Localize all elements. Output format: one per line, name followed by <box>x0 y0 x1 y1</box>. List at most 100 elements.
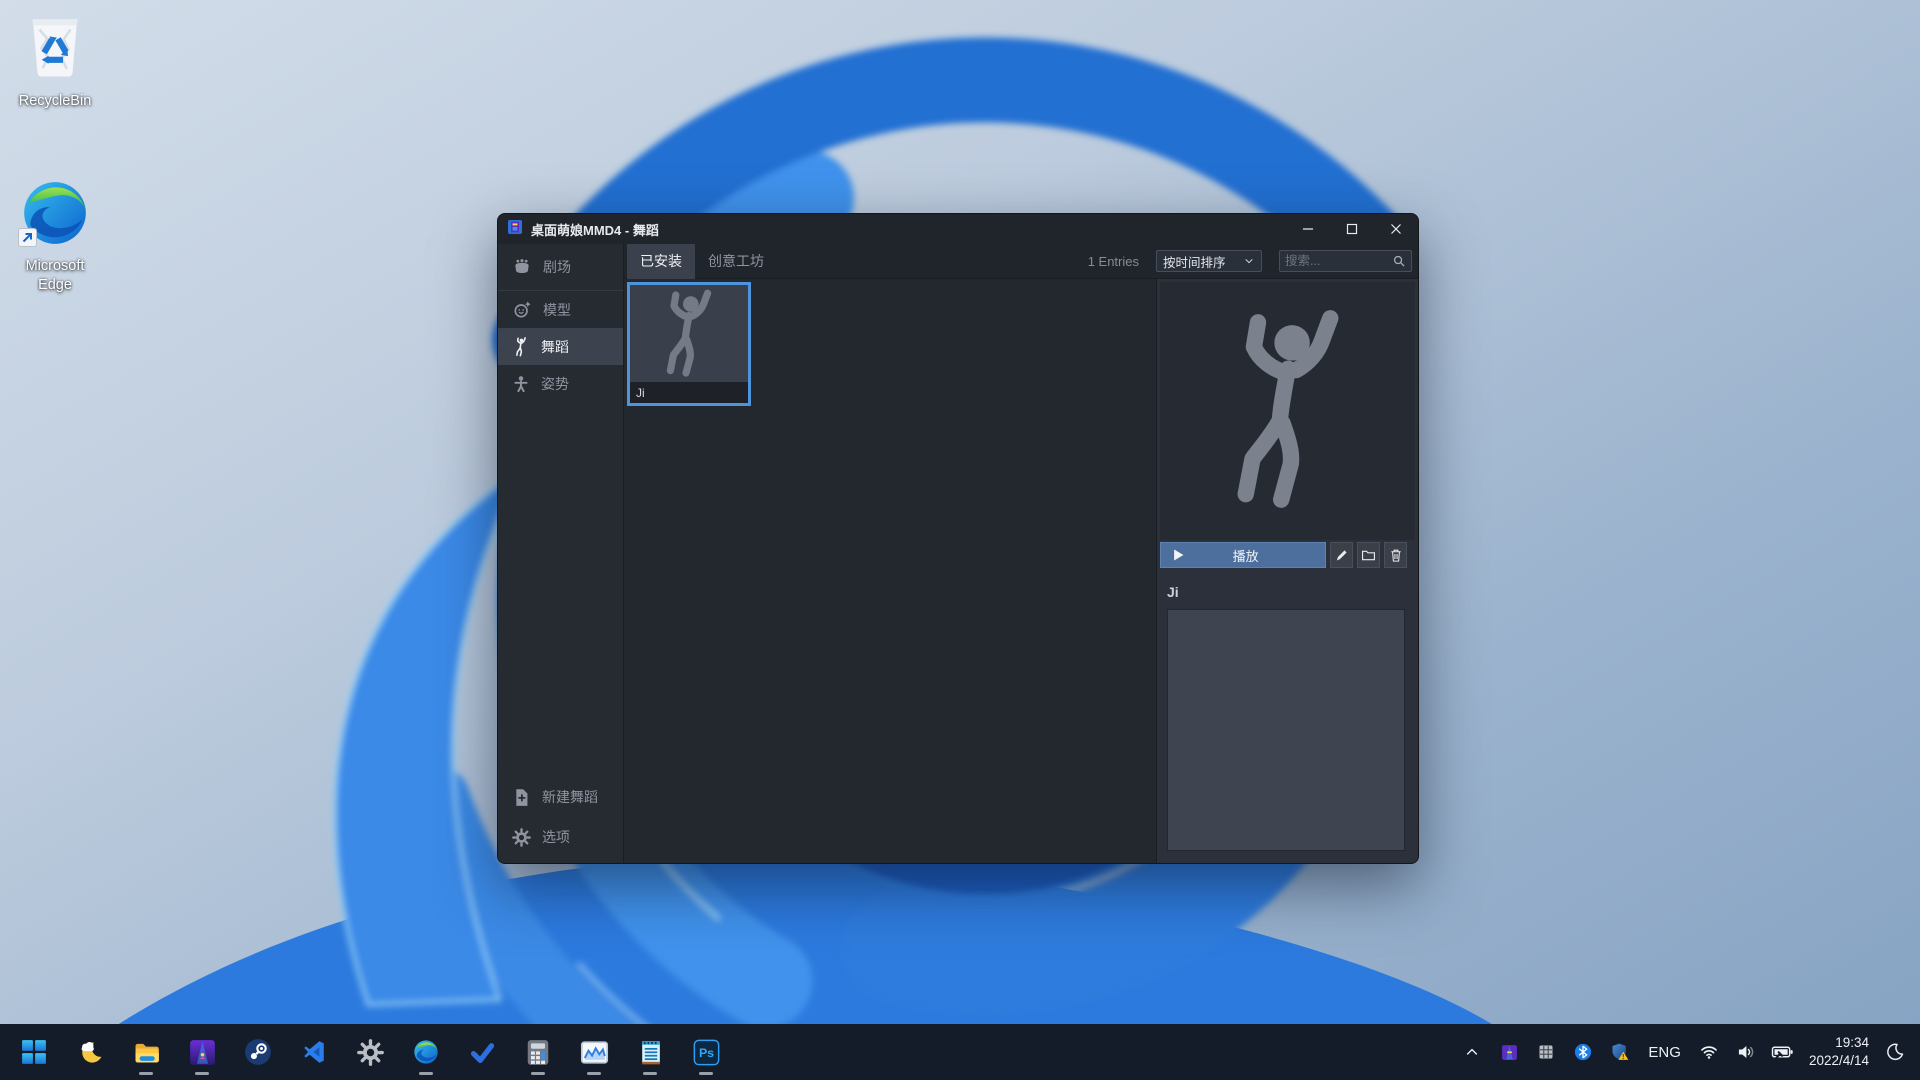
mmd-app-window: 桌面萌娘MMD4 - 舞蹈 剧场 模型 舞蹈 姿势 新建舞蹈 选项 已安装 创意… <box>497 213 1419 864</box>
system-tray: ENG 19:34 2022/4/14 <box>1457 1032 1920 1072</box>
widgets-weather-moon-icon <box>81 1041 102 1063</box>
delete-button[interactable] <box>1384 542 1407 568</box>
grid-item-ji[interactable]: Ji <box>627 282 751 406</box>
taskbar-todo[interactable] <box>462 1028 502 1076</box>
taskbar-edge[interactable] <box>406 1028 446 1076</box>
recycle-bin-icon <box>18 8 92 87</box>
taskbar-vscode[interactable] <box>294 1028 334 1076</box>
mmd-app-icon <box>189 1039 215 1065</box>
tray-volume[interactable] <box>1731 1032 1761 1072</box>
sidebar-item-label: 新建舞蹈 <box>542 789 598 805</box>
tab-label: 创意工坊 <box>708 253 764 269</box>
start-icon <box>22 1040 46 1064</box>
vscode-icon <box>304 1041 324 1063</box>
task-manager-icon <box>580 1040 608 1064</box>
open-folder-button[interactable] <box>1357 542 1381 568</box>
tray-wifi[interactable] <box>1694 1032 1724 1072</box>
tray-night-mode[interactable] <box>1880 1032 1910 1072</box>
sidebar-item-label: 模型 <box>543 301 571 318</box>
sidebar-item-new-dance[interactable]: 新建舞蹈 <box>498 777 623 817</box>
wifi-icon <box>1701 1046 1717 1059</box>
maximize-icon <box>1346 223 1358 235</box>
description-box <box>1167 609 1405 851</box>
tray-chevron-up[interactable] <box>1457 1032 1487 1072</box>
taskbar-photoshop[interactable]: Ps <box>686 1028 726 1076</box>
sidebar-item-label: 选项 <box>542 829 570 845</box>
tab-installed[interactable]: 已安装 <box>627 243 695 279</box>
app-window-icon <box>507 219 523 240</box>
desktop-icon-recycle-bin[interactable]: RecycleBin <box>9 8 101 111</box>
shortcut-arrow-icon <box>18 228 37 252</box>
photoshop-icon: Ps <box>693 1039 719 1065</box>
steam-icon <box>245 1039 271 1065</box>
maximize-button[interactable] <box>1330 214 1374 244</box>
bluetooth-icon <box>1575 1043 1592 1061</box>
taskbar-clock[interactable]: 19:34 2022/4/14 <box>1805 1034 1873 1069</box>
detail-panel: 播放 Ji <box>1156 279 1418 863</box>
dance-preview <box>1160 282 1415 540</box>
play-button[interactable]: 播放 <box>1160 542 1327 568</box>
sidebar-item-model[interactable]: 模型 <box>498 291 623 328</box>
theater-icon <box>515 259 529 273</box>
taskbar-task-manager[interactable] <box>574 1028 614 1076</box>
todo-check-icon <box>470 1042 494 1063</box>
chevron-up-icon <box>1467 1048 1478 1055</box>
tab-label: 已安装 <box>640 253 682 269</box>
taskbar-calculator[interactable] <box>518 1028 558 1076</box>
dancer-icon <box>1213 307 1363 515</box>
tray-mmd-app[interactable] <box>1494 1032 1524 1072</box>
items-grid: Ji <box>624 279 1156 863</box>
close-icon <box>1391 224 1401 234</box>
play-icon <box>1174 549 1184 561</box>
minimize-icon <box>1303 228 1313 230</box>
search-box <box>1279 250 1412 272</box>
toolbar: 已安装 创意工坊 1 Entries 按时间排序 <box>624 243 1418 279</box>
tab-workshop[interactable]: 创意工坊 <box>695 244 777 279</box>
content-area: 已安装 创意工坊 1 Entries 按时间排序 搜索... Ji 播放 Ji <box>624 243 1418 863</box>
close-button[interactable] <box>1374 214 1418 244</box>
sort-dropdown[interactable]: 按时间排序 <box>1156 250 1262 272</box>
folder-icon <box>1362 550 1376 561</box>
sort-dropdown-value: 按时间排序 <box>1163 255 1226 270</box>
taskbar-file-explorer[interactable] <box>126 1028 166 1076</box>
sidebar: 剧场 模型 舞蹈 姿势 新建舞蹈 选项 <box>498 244 624 863</box>
taskbar-mmd-app[interactable] <box>182 1028 222 1076</box>
start-button[interactable] <box>14 1028 54 1076</box>
desktop-icon-microsoft-edge[interactable]: Microsoft Edge <box>9 176 101 295</box>
sidebar-item-options[interactable]: 选项 <box>498 817 623 857</box>
detail-item-name: Ji <box>1167 584 1179 600</box>
sidebar-item-theater[interactable]: 剧场 <box>498 244 623 290</box>
trash-icon <box>1390 549 1401 562</box>
pose-icon <box>514 375 528 392</box>
taskbar-icons: Ps <box>0 1028 726 1076</box>
clock-time: 19:34 <box>1835 1035 1869 1051</box>
tray-grid-app[interactable] <box>1531 1032 1561 1072</box>
grid-item-label: Ji <box>630 382 748 403</box>
tray-battery[interactable] <box>1768 1032 1798 1072</box>
defender-shield-icon <box>1612 1043 1629 1060</box>
taskbar: Ps ENG 19:34 2022/4/14 <box>0 1024 1920 1080</box>
taskbar-settings[interactable] <box>350 1028 390 1076</box>
file-explorer-icon <box>135 1043 159 1063</box>
minimize-button[interactable] <box>1286 214 1330 244</box>
desktop: RecycleBin Microsoft Edge 桌面萌娘MMD4 - 舞蹈 … <box>0 0 1920 1080</box>
clock-date: 2022/4/14 <box>1808 1053 1869 1068</box>
sidebar-item-dance[interactable]: 舞蹈 <box>498 328 623 365</box>
gear-icon <box>512 828 531 847</box>
window-title: 桌面萌娘MMD4 - 舞蹈 <box>531 222 659 238</box>
chevron-down-icon <box>1245 258 1253 264</box>
tray-defender[interactable] <box>1605 1032 1635 1072</box>
widgets-weather-button[interactable] <box>70 1028 110 1076</box>
taskbar-steam[interactable] <box>238 1028 278 1076</box>
sidebar-item-pose[interactable]: 姿势 <box>498 365 623 402</box>
edit-button[interactable] <box>1330 542 1354 568</box>
search-input[interactable] <box>1285 254 1392 268</box>
detail-controls: 播放 <box>1160 542 1407 568</box>
tray-bluetooth[interactable] <box>1568 1032 1598 1072</box>
new-file-icon <box>516 788 528 806</box>
sidebar-item-label: 舞蹈 <box>541 338 569 355</box>
language-indicator[interactable]: ENG <box>1642 1044 1687 1061</box>
taskbar-notepad[interactable] <box>630 1028 670 1076</box>
title-bar[interactable]: 桌面萌娘MMD4 - 舞蹈 <box>498 214 1418 244</box>
moon-night-icon <box>1887 1043 1904 1061</box>
